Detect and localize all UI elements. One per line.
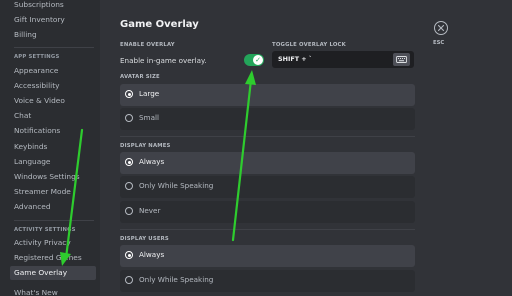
section-divider <box>120 229 415 230</box>
radio-button <box>125 158 133 166</box>
radio-label: Always <box>139 157 165 166</box>
radio-button <box>125 90 133 98</box>
toggle-overlay-lock-header: TOGGLE OVERLAY LOCK <box>272 42 346 48</box>
esc-label: ESC <box>433 40 445 46</box>
sidebar-header-app-settings: APP SETTINGS <box>14 54 60 60</box>
radio-button <box>125 251 133 259</box>
sidebar-item-game-overlay[interactable]: Game Overlay <box>10 266 96 280</box>
sidebar-item-advanced[interactable]: Advanced <box>10 200 96 214</box>
settings-sidebar: Subscriptions Gift Inventory Billing APP… <box>0 0 100 296</box>
sidebar-item-registered-games[interactable]: Registered Games <box>10 251 96 265</box>
check-icon: ✓ <box>253 55 263 65</box>
sidebar-header-activity-settings: ACTIVITY SETTINGS <box>14 227 76 233</box>
sidebar-item-subscriptions[interactable]: Subscriptions <box>10 0 96 12</box>
sidebar-item-whats-new[interactable]: What's New <box>10 286 96 296</box>
edit-keybind-button[interactable] <box>393 53 410 66</box>
close-icon <box>437 24 445 32</box>
sidebar-item-streamer-mode[interactable]: Streamer Mode <box>10 185 96 199</box>
sidebar-item-chat[interactable]: Chat <box>10 109 96 123</box>
keyboard-icon <box>396 56 407 63</box>
sidebar-item-gift-inventory[interactable]: Gift Inventory <box>10 13 96 27</box>
display-users-header: DISPLAY USERS <box>120 236 169 242</box>
radio-label: Never <box>139 206 161 215</box>
display-names-header: DISPLAY NAMES <box>120 143 171 149</box>
enable-overlay-label: Enable in-game overlay. <box>120 56 207 65</box>
sidebar-item-language[interactable]: Language <box>10 155 96 169</box>
section-divider <box>120 136 415 137</box>
radio-users-always[interactable]: Always <box>120 245 415 267</box>
sidebar-item-accessibility[interactable]: Accessibility <box>10 79 96 93</box>
sidebar-item-billing[interactable]: Billing <box>10 28 96 42</box>
radio-button <box>125 207 133 215</box>
radio-avatar-small[interactable]: Small <box>120 108 415 130</box>
sidebar-divider <box>14 47 94 48</box>
sidebar-item-keybinds[interactable]: Keybinds <box>10 140 96 154</box>
sidebar-item-windows-settings[interactable]: Windows Settings <box>10 170 96 184</box>
sidebar-item-appearance[interactable]: Appearance <box>10 64 96 78</box>
page-title: Game Overlay <box>120 19 199 30</box>
radio-label: Large <box>139 89 160 98</box>
sidebar-item-notifications[interactable]: Notifications <box>10 124 96 138</box>
radio-names-always[interactable]: Always <box>120 152 415 174</box>
enable-overlay-header: ENABLE OVERLAY <box>120 42 175 48</box>
radio-label: Small <box>139 113 159 122</box>
sidebar-item-voice-video[interactable]: Voice & Video <box>10 94 96 108</box>
radio-names-while-speaking[interactable]: Only While Speaking <box>120 176 415 198</box>
enable-overlay-toggle[interactable]: ✓ <box>244 54 264 66</box>
keybind-value: SHIFT + ` <box>278 55 313 63</box>
sidebar-item-activity-privacy[interactable]: Activity Privacy <box>10 236 96 250</box>
radio-label: Only While Speaking <box>139 275 214 284</box>
radio-names-never[interactable]: Never <box>120 201 415 223</box>
radio-button <box>125 114 133 122</box>
radio-label: Always <box>139 250 165 259</box>
close-button[interactable] <box>434 21 448 35</box>
overlay-lock-keybind-field[interactable]: SHIFT + ` <box>272 51 414 68</box>
settings-content: Game Overlay ESC ENABLE OVERLAY TOGGLE O… <box>100 0 512 296</box>
radio-button <box>125 276 133 284</box>
avatar-size-header: AVATAR SIZE <box>120 74 160 80</box>
radio-avatar-large[interactable]: Large <box>120 84 415 106</box>
radio-label: Only While Speaking <box>139 181 214 190</box>
sidebar-divider <box>14 220 94 221</box>
radio-button <box>125 182 133 190</box>
radio-users-while-speaking[interactable]: Only While Speaking <box>120 270 415 292</box>
